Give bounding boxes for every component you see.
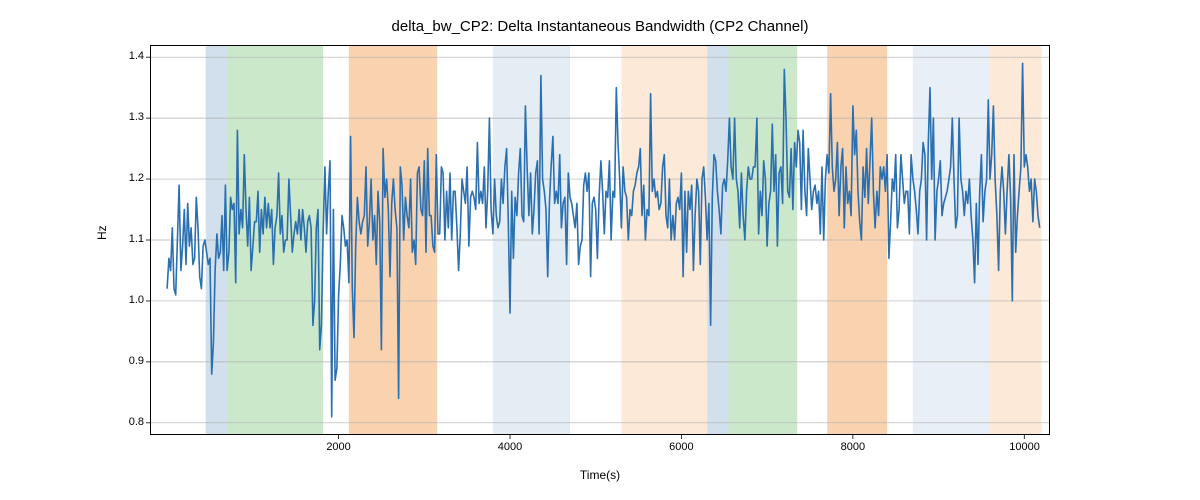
y-tick-label: 1.3 [118,111,144,123]
y-tick-label: 0.8 [118,416,144,428]
chart-svg [150,45,1050,435]
x-axis-label: Time(s) [150,468,1050,482]
y-tick-label: 0.9 [118,355,144,367]
x-tick-label: 10000 [1009,441,1039,453]
y-tick-label: 1.1 [118,233,144,245]
x-tick-label: 8000 [838,441,868,453]
y-tick-label: 1.4 [118,50,144,62]
y-tick-label: 1.0 [118,294,144,306]
x-tick-label: 4000 [495,441,525,453]
chart-plot-area [150,45,1050,435]
y-tick-label: 1.2 [118,172,144,184]
x-tick-label: 6000 [666,441,696,453]
x-tick-label: 2000 [324,441,354,453]
y-axis-label: Hz [95,225,109,240]
chart-title: delta_bw_CP2: Delta Instantaneous Bandwi… [150,18,1050,35]
